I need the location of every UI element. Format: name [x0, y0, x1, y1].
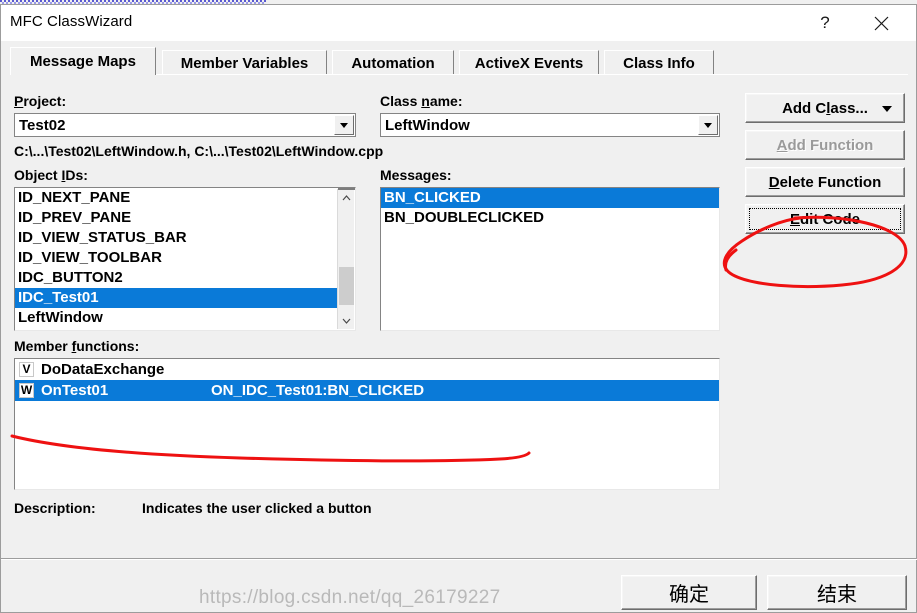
- watermark-text: https://blog.csdn.net/qq_26179227: [199, 587, 501, 608]
- scroll-down-arrow-icon[interactable]: [338, 312, 355, 329]
- project-value: Test02: [19, 116, 66, 134]
- member-functions-label: Member functions:: [14, 338, 140, 354]
- member-function-row[interactable]: V DoDataExchange: [15, 359, 719, 380]
- file-path-text: C:\...\Test02\LeftWindow.h, C:\...\Test0…: [14, 143, 384, 159]
- class-name-combobox[interactable]: LeftWindow: [380, 113, 720, 137]
- list-item[interactable]: ID_PREV_PANE: [15, 208, 337, 228]
- list-item[interactable]: LeftWindow: [15, 308, 337, 328]
- dialog-window: MFC ClassWizard ? Message Maps Member Va…: [0, 4, 917, 613]
- ok-button[interactable]: 确定: [621, 575, 757, 610]
- description-label: Description:: [14, 500, 96, 516]
- class-name-value: LeftWindow: [385, 116, 470, 134]
- class-name-label: Class name:: [380, 93, 463, 109]
- description-value: Indicates the user clicked a button: [142, 500, 372, 516]
- list-item-selected[interactable]: BN_CLICKED: [381, 188, 719, 208]
- list-item[interactable]: BN_DOUBLECLICKED: [381, 208, 719, 228]
- list-item[interactable]: IDC_BUTTON2: [15, 268, 337, 288]
- bottom-divider: [1, 558, 917, 560]
- scroll-up-arrow-icon[interactable]: [338, 189, 355, 206]
- focus-ring: [749, 208, 901, 230]
- chevron-down-icon[interactable]: [882, 106, 892, 112]
- chevron-down-icon[interactable]: [698, 115, 718, 135]
- project-label: Project:: [14, 93, 67, 109]
- windows-message-handler-icon: W: [19, 383, 34, 398]
- end-button[interactable]: 结束: [767, 575, 907, 610]
- virtual-function-icon: V: [19, 362, 34, 377]
- chevron-down-icon[interactable]: [334, 115, 354, 135]
- title-bar: MFC ClassWizard ?: [1, 5, 916, 41]
- list-item[interactable]: ID_VIEW_STATUS_BAR: [15, 228, 337, 248]
- object-ids-scrollbar[interactable]: [337, 188, 355, 329]
- object-ids-listbox[interactable]: ID_NEXT_PANE ID_PREV_PANE ID_VIEW_STATUS…: [14, 187, 356, 331]
- messages-listbox[interactable]: BN_CLICKED BN_DOUBLECLICKED: [380, 187, 720, 331]
- member-function-name: OnTest01: [41, 382, 109, 399]
- add-function-label: Add Function: [776, 136, 874, 154]
- tab-activex-events[interactable]: ActiveX Events: [459, 50, 599, 75]
- mfc-classwizard-dialog: MFC ClassWizard ? Message Maps Member Va…: [0, 0, 917, 613]
- edit-code-button[interactable]: Edit Code: [745, 204, 905, 234]
- messages-label: Messages:: [380, 167, 452, 183]
- close-icon[interactable]: [858, 5, 904, 41]
- project-combobox[interactable]: Test02: [14, 113, 356, 137]
- tab-automation[interactable]: Automation: [332, 50, 454, 75]
- add-class-label: Add Class...: [782, 99, 868, 117]
- member-function-message: ON_IDC_Test01:BN_CLICKED: [211, 382, 425, 399]
- scrollbar-thumb[interactable]: [339, 267, 354, 305]
- tab-message-maps[interactable]: Message Maps: [10, 47, 156, 75]
- delete-function-button[interactable]: Delete Function: [745, 167, 905, 197]
- message-maps-panel: Project: Test02 Class name: LeftWindow C…: [10, 75, 908, 541]
- tab-strip: Message Maps Member Variables Automation…: [10, 47, 908, 75]
- member-functions-listbox[interactable]: V DoDataExchange W OnTest01 ON_IDC_Test0…: [14, 358, 720, 490]
- delete-function-label: Delete Function: [768, 173, 882, 191]
- tab-member-variables[interactable]: Member Variables: [162, 50, 327, 75]
- list-item[interactable]: ID_VIEW_TOOLBAR: [15, 248, 337, 268]
- add-class-button[interactable]: Add Class...: [745, 93, 905, 123]
- add-function-button[interactable]: Add Function: [745, 130, 905, 160]
- help-button[interactable]: ?: [802, 5, 848, 41]
- member-function-row-selected[interactable]: W OnTest01 ON_IDC_Test01:BN_CLICKED: [15, 380, 719, 401]
- tab-class-info[interactable]: Class Info: [604, 50, 714, 75]
- list-item-selected[interactable]: IDC_Test01: [15, 288, 337, 308]
- object-ids-label: Object IDs:: [14, 167, 88, 183]
- member-function-name: DoDataExchange: [41, 361, 165, 378]
- list-item[interactable]: ID_NEXT_PANE: [15, 188, 337, 208]
- window-title: MFC ClassWizard: [10, 13, 133, 30]
